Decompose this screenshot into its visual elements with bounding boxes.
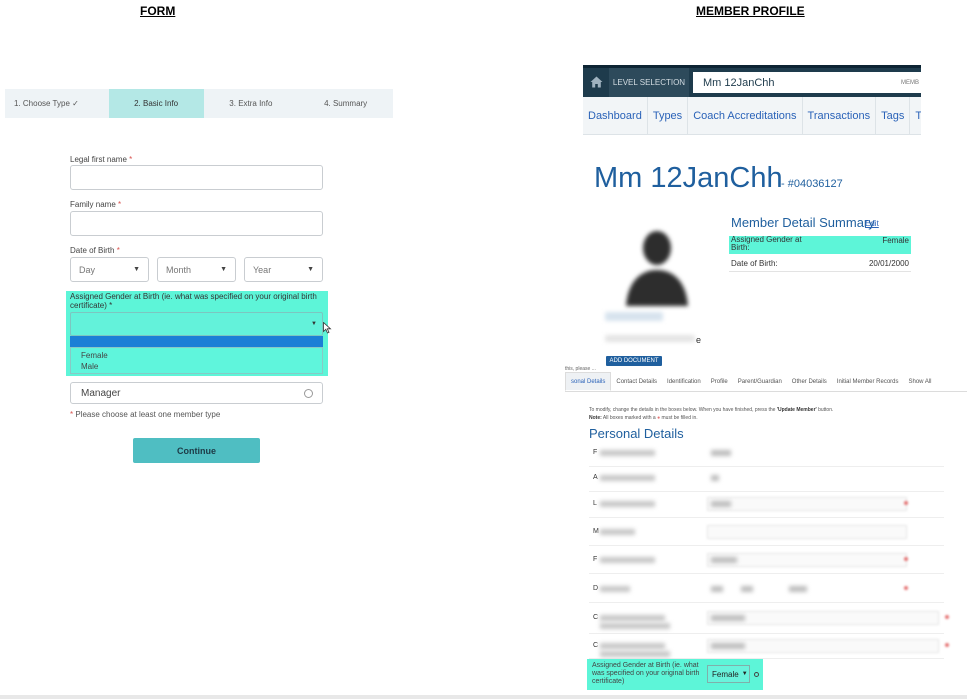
- detail-trailing-text: e: [696, 335, 702, 345]
- dob-month-select[interactable]: Month ▼: [157, 257, 236, 282]
- mouse-pointer-icon: [323, 322, 332, 334]
- detail-row: F: [589, 548, 944, 574]
- member-number: - #04036127: [781, 178, 843, 190]
- gender-option-female[interactable]: Female: [71, 350, 322, 361]
- subtab-initial-member-records[interactable]: Initial Member Records: [832, 372, 904, 391]
- detail-row: C: [589, 634, 949, 659]
- tab-types[interactable]: Types: [648, 97, 689, 134]
- personal-details-title: Personal Details: [589, 426, 684, 441]
- family-name-label: Family name *: [70, 200, 122, 209]
- subtab-identification[interactable]: Identification: [662, 372, 706, 391]
- required-indicator-icon: [754, 672, 759, 677]
- gender-at-birth-field-label: Assigned Gender at Birth (ie. what was s…: [592, 662, 700, 685]
- member-detail-summary-title: Member Detail Summary: [731, 215, 875, 230]
- detail-row: A: [589, 466, 944, 492]
- manager-radio[interactable]: [304, 389, 313, 398]
- edit-summary-link[interactable]: Edit: [865, 219, 879, 228]
- step-progress: 1. Choose Type ✓ 2. Basic Info 3. Extra …: [5, 89, 393, 118]
- tab-coach-accreditations[interactable]: Coach Accreditations: [688, 97, 803, 134]
- step-choose-type[interactable]: 1. Choose Type ✓: [5, 89, 109, 118]
- gender-at-birth-label: Assigned Gender at Birth (ie. what was s…: [70, 292, 317, 310]
- blurred-name-link: [605, 312, 663, 321]
- detail-row: C: [589, 606, 949, 634]
- tab-tags[interactable]: Tags: [876, 97, 911, 134]
- subtab-personal-details[interactable]: sonal Details: [565, 372, 612, 391]
- subtab-other-details[interactable]: Other Details: [787, 372, 832, 391]
- member-profile-heading: MEMBER PROFILE: [696, 4, 805, 18]
- manager-option[interactable]: Manager: [70, 382, 323, 404]
- gender-at-birth-select[interactable]: ▼: [70, 312, 323, 336]
- home-icon[interactable]: [590, 76, 603, 88]
- detail-row: D: [589, 577, 944, 603]
- member-name: Mm 12JanChh: [594, 162, 783, 194]
- dob-year-select[interactable]: Year ▼: [244, 257, 323, 282]
- subtab-profile[interactable]: Profile: [706, 372, 733, 391]
- detail-tabs: sonal Details Contact Details Identifica…: [565, 372, 967, 392]
- legal-first-name-label: Legal first name *: [70, 155, 133, 164]
- top-bar: LEVEL SELECTION Mm 12JanChh MEMB: [583, 65, 921, 97]
- tab-dashboard[interactable]: Dashboard: [583, 97, 648, 134]
- tab-transactions[interactable]: Transactions: [803, 97, 877, 134]
- gender-dropdown-list: Female Male: [70, 347, 323, 374]
- chevron-down-icon: ▼: [741, 671, 748, 677]
- bottom-divider: [0, 695, 967, 699]
- summary-gender-row: Assigned Gender at Birth: Female: [729, 235, 911, 254]
- avatar: [620, 222, 696, 306]
- subtab-parent-guardian[interactable]: Parent/Guardian: [733, 372, 787, 391]
- level-selection-button[interactable]: LEVEL SELECTION: [609, 68, 689, 97]
- step-extra-info[interactable]: 3. Extra Info: [204, 89, 299, 118]
- chevron-down-icon: ▼: [311, 321, 317, 327]
- dob-day-select[interactable]: Day ▼: [70, 257, 149, 282]
- gender-option-blank[interactable]: [70, 336, 323, 347]
- chevron-down-icon: ▼: [220, 266, 227, 273]
- family-name-input[interactable]: [70, 211, 323, 236]
- step-basic-info[interactable]: 2. Basic Info: [108, 89, 204, 118]
- gender-at-birth-field-highlight: Assigned Gender at Birth (ie. what was s…: [587, 659, 763, 690]
- detail-row: M: [589, 520, 944, 546]
- profile-nav: Dashboard Types Coach Accreditations Tra…: [583, 97, 921, 135]
- gender-at-birth-field-select[interactable]: Female ▼: [707, 665, 750, 683]
- chevron-down-icon: ▼: [307, 266, 314, 273]
- tab-tribunal[interactable]: Tribunal: [910, 97, 921, 134]
- add-document-button[interactable]: ADD DOCUMENT: [606, 356, 662, 366]
- detail-row: L: [589, 492, 944, 518]
- chevron-down-icon: ▼: [133, 266, 140, 273]
- member-type-note: * Please choose at least one member type: [70, 410, 221, 419]
- member-search-input[interactable]: Mm 12JanChh MEMB: [693, 72, 921, 93]
- subtab-show-all[interactable]: Show All: [904, 372, 937, 391]
- gender-option-male[interactable]: Male: [71, 361, 322, 372]
- summary-dob-row: Date of Birth: 20/01/2000: [729, 256, 911, 272]
- detail-row: F: [589, 441, 944, 467]
- subtab-contact-details[interactable]: Contact Details: [611, 372, 662, 391]
- dob-label: Date of Birth *: [70, 246, 120, 255]
- continue-button[interactable]: Continue: [133, 438, 260, 463]
- gender-at-birth-highlight: Assigned Gender at Birth (ie. what was s…: [66, 291, 328, 376]
- step-summary[interactable]: 4. Summary: [298, 89, 393, 118]
- instructions: To modify, change the details in the box…: [589, 407, 834, 421]
- legal-first-name-input[interactable]: [70, 165, 323, 190]
- form-heading: FORM: [140, 4, 176, 18]
- blurred-detail: [605, 335, 695, 342]
